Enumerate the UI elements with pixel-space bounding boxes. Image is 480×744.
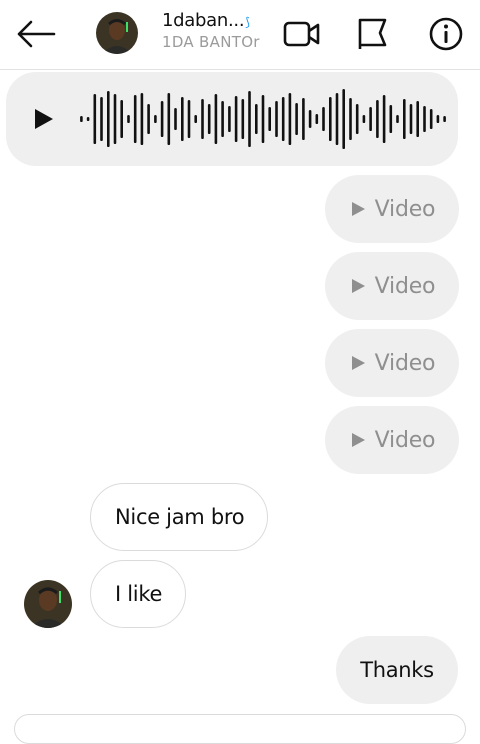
audio-waveform[interactable]: [78, 86, 448, 152]
waveform-bar: [140, 93, 144, 145]
waveform-bar: [288, 93, 292, 145]
incoming-message[interactable]: Nice jam bro: [90, 483, 268, 551]
waveform-bar: [429, 109, 433, 129]
message-text: Nice jam bro: [115, 505, 245, 529]
waveform-bar: [207, 104, 211, 134]
waveform-bar: [187, 100, 191, 138]
arrow-left-icon: [17, 20, 56, 48]
waveform-bar: [160, 101, 164, 137]
video-label: Video: [374, 273, 436, 299]
message-composer[interactable]: [14, 714, 466, 744]
waveform-bar: [302, 98, 305, 140]
verified-badge: ⟆: [245, 15, 250, 29]
play-icon: [351, 279, 365, 293]
waveform-bar: [416, 101, 419, 137]
incoming-message[interactable]: I like: [90, 560, 186, 628]
waveform-bar: [295, 103, 298, 135]
video-call-button[interactable]: [282, 14, 322, 54]
waveform-bar: [167, 93, 171, 145]
video-label: Video: [374, 427, 436, 453]
play-icon[interactable]: [30, 106, 56, 132]
video-label: Video: [374, 196, 436, 222]
waveform-bar: [201, 99, 204, 139]
waveform-bar: [322, 107, 325, 131]
waveform-bar: [403, 99, 406, 139]
message-text: Thanks: [360, 658, 434, 682]
waveform-bar: [342, 89, 345, 149]
video-message[interactable]: Video: [325, 329, 459, 397]
waveform-bar: [228, 106, 231, 132]
message-thread: Video Video Video Video Nice jam bro I l…: [0, 70, 480, 720]
waveform-bar: [281, 97, 285, 141]
waveform-bar: [241, 99, 245, 139]
waveform-bar: [147, 104, 150, 134]
info-icon: [429, 17, 463, 51]
video-camera-icon: [283, 21, 320, 47]
flag-icon: [358, 18, 387, 49]
video-message[interactable]: Video: [325, 406, 459, 474]
waveform-bar: [436, 115, 440, 123]
waveform-bar: [315, 114, 319, 124]
waveform-bar: [255, 104, 258, 134]
waveform-bar: [120, 100, 123, 138]
sender-avatar[interactable]: [24, 580, 72, 628]
video-message[interactable]: Video: [325, 252, 459, 320]
waveform-bar: [349, 98, 352, 140]
waveform-bar: [93, 94, 97, 144]
waveform-bar: [389, 105, 393, 133]
waveform-bar: [214, 94, 218, 144]
waveform-bar: [107, 91, 110, 147]
waveform-bar: [362, 115, 366, 123]
waveform-bar: [409, 104, 413, 134]
play-icon: [351, 433, 365, 447]
chat-header: 1daban...⟆ 1DA BANTOr: [0, 0, 480, 70]
contact-username: 1DA BANTOr: [162, 33, 260, 51]
message-text: I like: [115, 582, 163, 606]
outgoing-message[interactable]: Thanks: [336, 636, 458, 704]
waveform-bar: [329, 97, 332, 141]
report-button[interactable]: [352, 14, 392, 54]
waveform-bar: [376, 100, 379, 138]
waveform-bar: [335, 93, 339, 145]
waveform-bar: [181, 97, 184, 141]
contact-name: 1daban...⟆: [162, 10, 250, 31]
waveform-bar: [308, 110, 312, 128]
waveform-bar: [248, 91, 251, 147]
waveform-bar: [133, 95, 137, 143]
waveform-bar: [113, 94, 117, 144]
waveform-bar: [174, 108, 177, 130]
waveform-bar: [86, 117, 90, 121]
waveform-bar: [369, 107, 372, 131]
waveform-bar: [100, 97, 103, 141]
audio-message[interactable]: [6, 72, 458, 166]
video-label: Video: [374, 350, 436, 376]
waveform-bar: [80, 116, 83, 122]
waveform-bar: [382, 95, 386, 143]
waveform-bar: [443, 116, 446, 122]
waveform-bar: [194, 115, 197, 123]
info-button[interactable]: [426, 14, 466, 54]
waveform-bar: [127, 115, 130, 123]
contact-avatar[interactable]: [96, 12, 138, 54]
back-button[interactable]: [14, 14, 58, 54]
waveform-bar: [268, 107, 271, 131]
waveform-bar: [396, 115, 399, 123]
waveform-bar: [234, 96, 238, 142]
contact-title[interactable]: 1daban...⟆ 1DA BANTOr: [162, 10, 272, 51]
video-message[interactable]: Video: [325, 175, 459, 243]
waveform-bar: [221, 101, 224, 137]
waveform-bar: [423, 106, 426, 132]
waveform-bar: [275, 101, 278, 137]
play-icon: [351, 356, 365, 370]
waveform-bar: [261, 95, 265, 143]
waveform-bar: [154, 115, 157, 123]
play-icon: [351, 202, 365, 216]
waveform-bar: [355, 104, 359, 134]
